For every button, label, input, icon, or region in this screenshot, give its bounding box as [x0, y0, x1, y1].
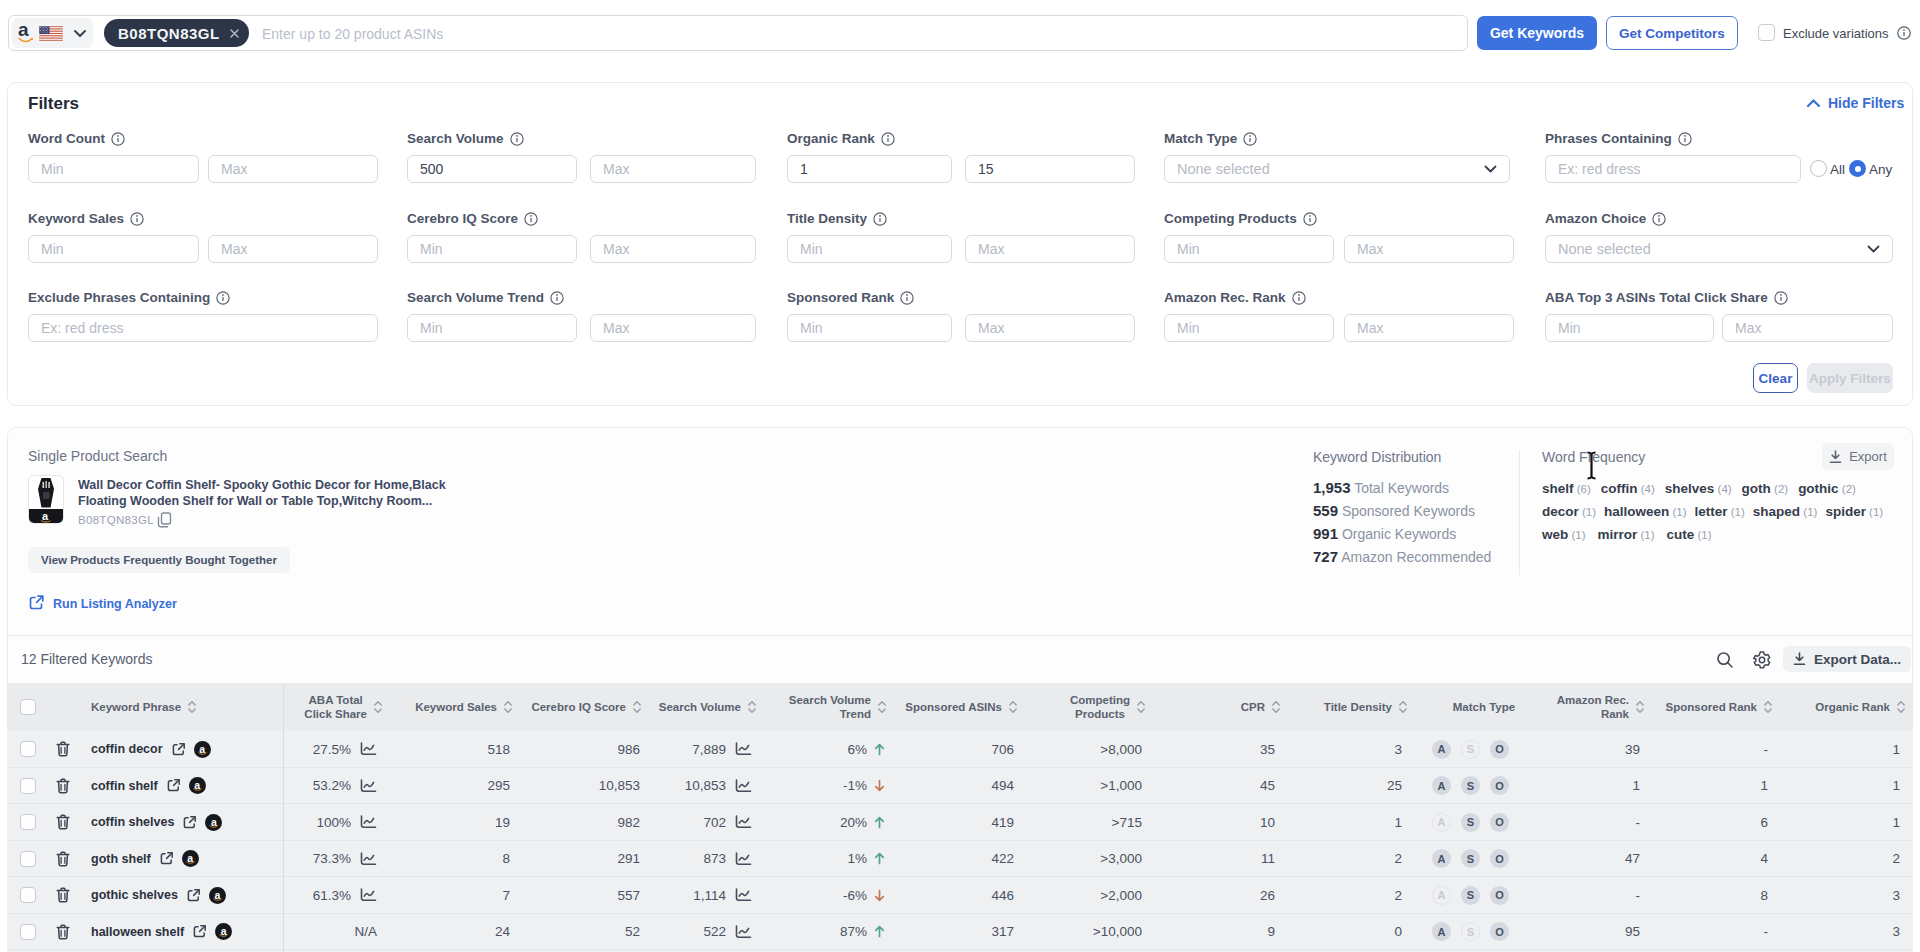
- svg-text:a: a: [42, 510, 49, 522]
